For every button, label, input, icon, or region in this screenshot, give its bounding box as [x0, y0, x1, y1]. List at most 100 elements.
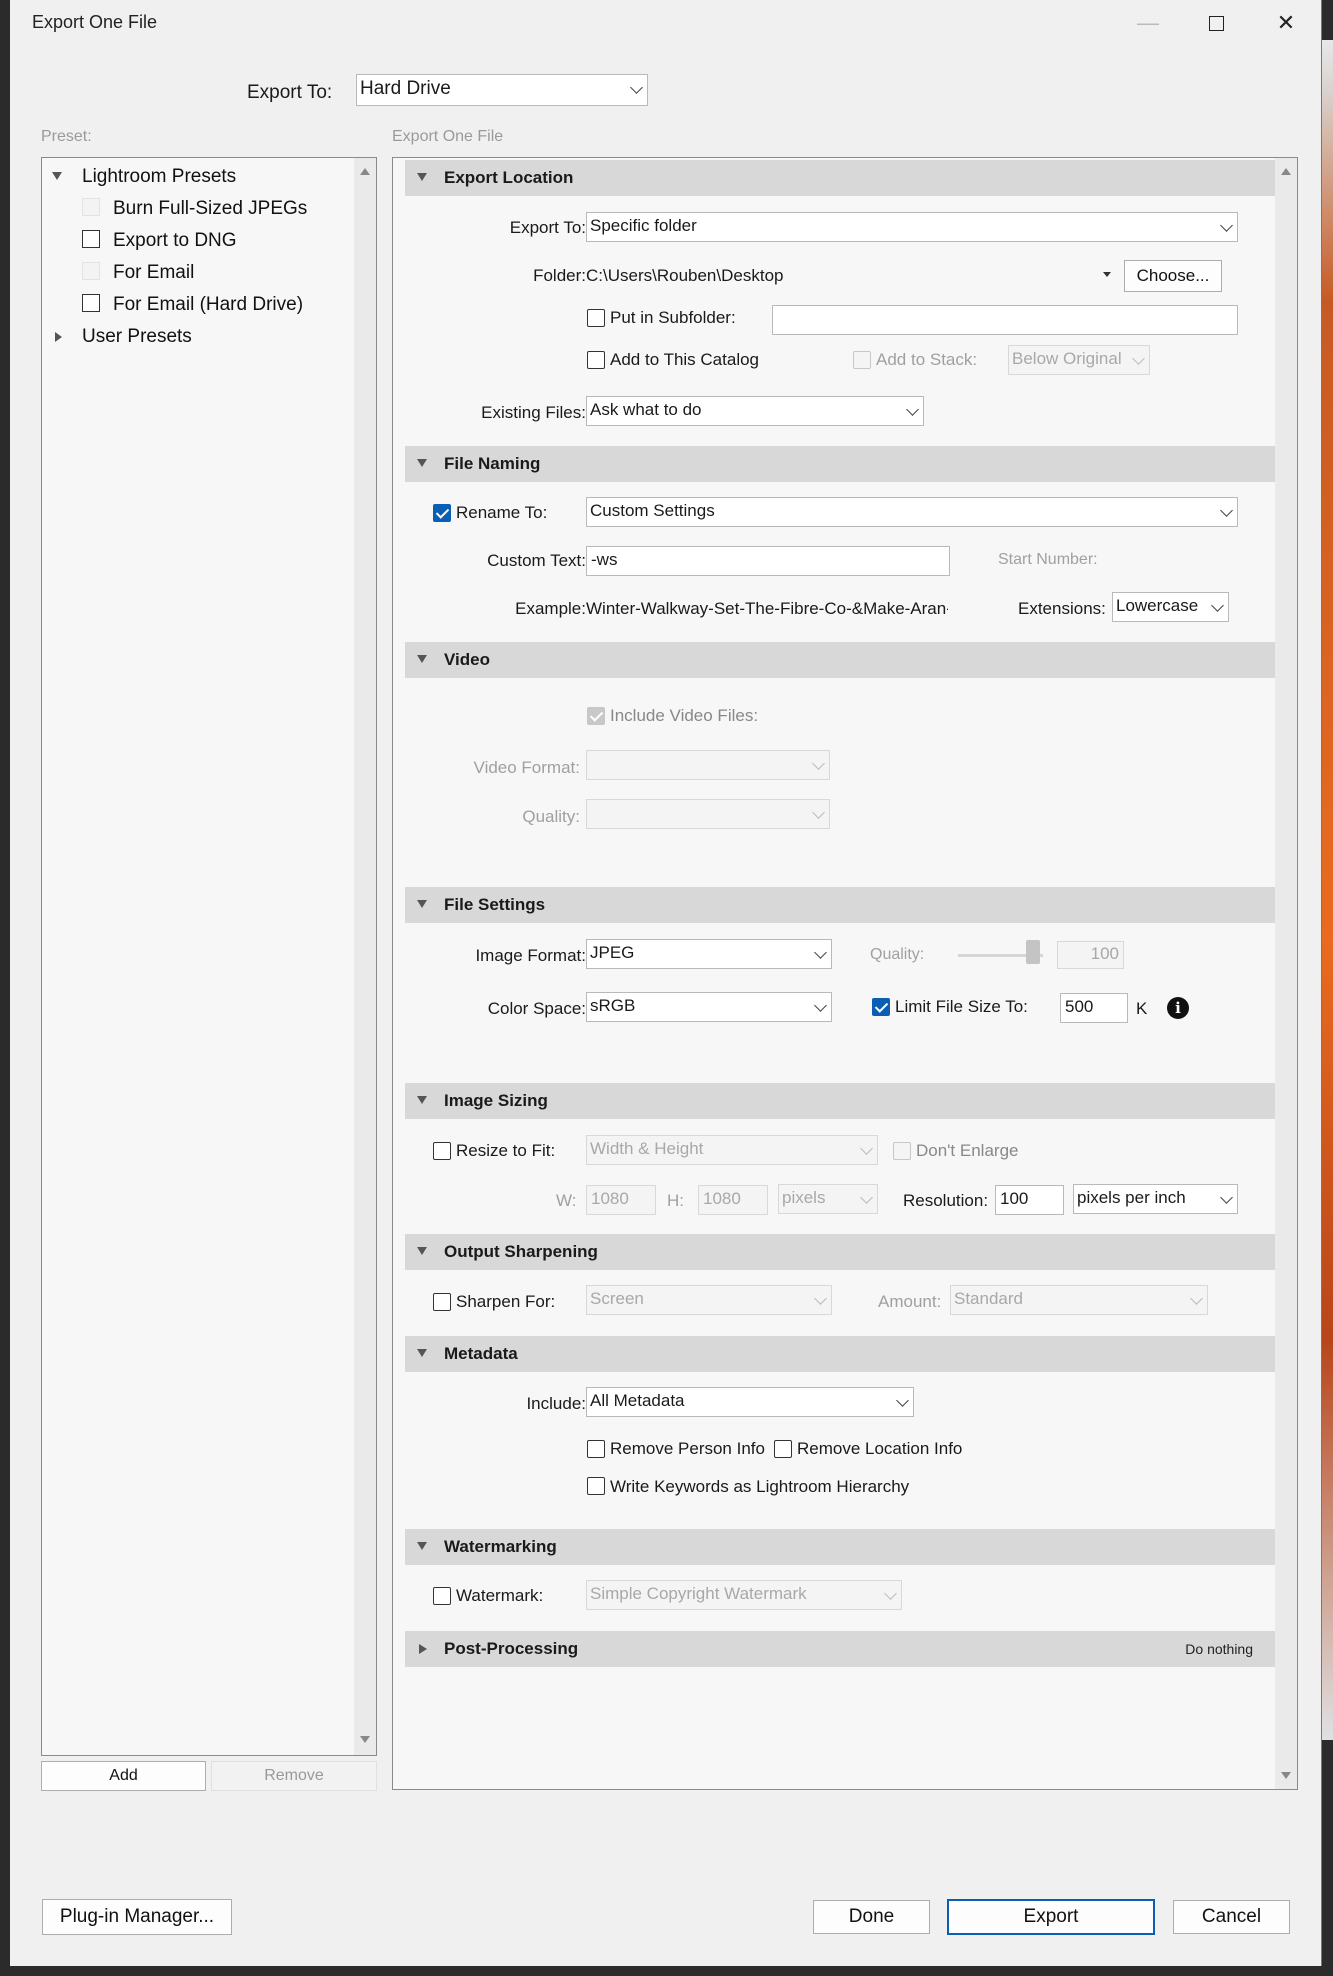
subfolder-checkbox[interactable]: [587, 309, 605, 327]
close-icon: ✕: [1276, 10, 1296, 35]
rename-value: Custom Settings: [590, 501, 715, 520]
preset-item[interactable]: Export to DNG: [113, 230, 237, 252]
scroll-up-icon[interactable]: [1281, 168, 1291, 175]
cancel-button[interactable]: Cancel: [1173, 1900, 1290, 1934]
watermark-select[interactable]: Simple Copyright Watermark: [586, 1580, 902, 1610]
add-catalog-checkbox[interactable]: [587, 351, 605, 369]
section-output-sharpening[interactable]: Output Sharpening: [405, 1234, 1275, 1270]
expand-triangle-icon: [417, 1349, 427, 1357]
add-stack-checkbox[interactable]: [853, 351, 871, 369]
section-file-settings[interactable]: File Settings: [405, 887, 1275, 923]
close-button[interactable]: ✕: [1264, 6, 1308, 40]
info-icon[interactable]: i: [1167, 997, 1189, 1019]
remove-person-checkbox[interactable]: [587, 1440, 605, 1458]
settings-scrollbar[interactable]: [1275, 158, 1297, 1789]
preset-group-lightroom[interactable]: Lightroom Presets: [82, 166, 236, 188]
location-export-to-select[interactable]: Specific folder: [586, 212, 1238, 242]
section-watermarking[interactable]: Watermarking: [405, 1529, 1275, 1565]
plugin-manager-button[interactable]: Plug-in Manager...: [42, 1899, 232, 1935]
section-video[interactable]: Video: [405, 642, 1275, 678]
add-stack-select[interactable]: Below Original: [1008, 345, 1150, 375]
minimize-button[interactable]: —: [1126, 6, 1170, 40]
chevron-down-icon: [814, 946, 827, 959]
color-space-select[interactable]: sRGB: [586, 992, 832, 1022]
add-preset-button[interactable]: Add: [41, 1761, 206, 1791]
folder-recent-dropdown-icon[interactable]: [1103, 272, 1111, 277]
size-unit-select[interactable]: pixels: [778, 1184, 878, 1214]
preset-list[interactable]: Lightroom Presets Burn Full-Sized JPEGs …: [41, 157, 377, 1756]
section-image-sizing[interactable]: Image Sizing: [405, 1083, 1275, 1119]
folder-label: Folder:: [533, 266, 586, 285]
scroll-down-icon[interactable]: [1281, 1772, 1291, 1779]
metadata-include-select[interactable]: All Metadata: [586, 1387, 914, 1417]
scroll-up-icon[interactable]: [360, 168, 370, 175]
dont-enlarge-label: Don't Enlarge: [916, 1141, 1019, 1160]
preset-scrollbar[interactable]: [354, 158, 376, 1755]
custom-text-input[interactable]: -ws: [586, 546, 950, 576]
dont-enlarge-checkbox[interactable]: [893, 1142, 911, 1160]
watermark-value: Simple Copyright Watermark: [590, 1584, 807, 1603]
section-metadata[interactable]: Metadata: [405, 1336, 1275, 1372]
preset-checkbox[interactable]: [82, 198, 100, 216]
preset-checkbox[interactable]: [82, 230, 100, 248]
quality-input[interactable]: 100: [1057, 941, 1124, 969]
quality-slider-thumb[interactable]: [1026, 940, 1040, 964]
rename-checkbox[interactable]: [433, 504, 451, 522]
resolution-unit-select[interactable]: pixels per inch: [1073, 1184, 1238, 1214]
amount-select[interactable]: Standard: [950, 1285, 1208, 1315]
scroll-down-icon[interactable]: [360, 1736, 370, 1743]
preset-item[interactable]: For Email: [113, 262, 194, 284]
sharpen-value: Screen: [590, 1289, 644, 1308]
preset-checkbox[interactable]: [82, 262, 100, 280]
preset-group-user[interactable]: User Presets: [82, 326, 192, 348]
resolution-label: Resolution:: [903, 1191, 989, 1210]
video-format-select[interactable]: [586, 750, 830, 780]
resize-checkbox[interactable]: [433, 1142, 451, 1160]
preset-item[interactable]: Burn Full-Sized JPEGs: [113, 198, 307, 220]
collapse-triangle-icon[interactable]: [55, 332, 62, 342]
chevron-down-icon: [1211, 599, 1224, 612]
video-format-label: Video Format:: [473, 758, 580, 777]
sharpen-select[interactable]: Screen: [586, 1285, 832, 1315]
video-quality-select[interactable]: [586, 799, 830, 829]
chevron-down-icon: [860, 1191, 873, 1204]
section-title: Image Sizing: [444, 1091, 548, 1110]
image-format-label: Image Format:: [475, 946, 586, 965]
section-file-naming[interactable]: File Naming: [405, 446, 1275, 482]
image-format-select[interactable]: JPEG: [586, 939, 832, 969]
window-title: Export One File: [32, 12, 158, 32]
write-keywords-checkbox[interactable]: [587, 1477, 605, 1495]
expand-triangle-icon[interactable]: [52, 172, 62, 180]
amount-label: Amount:: [878, 1292, 942, 1311]
remove-location-checkbox[interactable]: [774, 1440, 792, 1458]
limit-size-checkbox[interactable]: [872, 998, 890, 1016]
export-button[interactable]: Export: [947, 1899, 1155, 1935]
color-space-label: Color Space:: [487, 999, 586, 1018]
chevron-down-icon: [630, 81, 643, 94]
preset-item[interactable]: For Email (Hard Drive): [113, 294, 303, 316]
width-input[interactable]: 1080: [586, 1185, 656, 1215]
rename-select[interactable]: Custom Settings: [586, 497, 1238, 527]
section-post-processing[interactable]: Post-Processing Do nothing: [405, 1631, 1275, 1667]
height-input[interactable]: 1080: [698, 1185, 768, 1215]
choose-folder-button[interactable]: Choose...: [1124, 260, 1222, 292]
location-export-to-label: Export To:: [509, 218, 586, 237]
example-label: Example:: [515, 599, 586, 618]
done-button[interactable]: Done: [813, 1900, 930, 1934]
resize-select[interactable]: Width & Height: [586, 1135, 878, 1165]
include-video-checkbox[interactable]: [587, 707, 605, 725]
limit-size-input[interactable]: 500: [1060, 993, 1128, 1023]
section-export-location[interactable]: Export Location: [405, 160, 1275, 196]
watermark-checkbox[interactable]: [433, 1587, 451, 1605]
resolution-unit-value: pixels per inch: [1077, 1188, 1186, 1207]
export-to-select[interactable]: Hard Drive: [356, 74, 648, 106]
expand-triangle-icon: [417, 1096, 427, 1104]
remove-preset-button[interactable]: Remove: [211, 1761, 377, 1791]
subfolder-input[interactable]: [772, 305, 1238, 335]
existing-files-select[interactable]: Ask what to do: [586, 396, 924, 426]
preset-checkbox[interactable]: [82, 294, 100, 312]
extensions-select[interactable]: Lowercase: [1112, 592, 1229, 622]
maximize-button[interactable]: [1194, 6, 1238, 40]
sharpen-checkbox[interactable]: [433, 1293, 451, 1311]
resolution-input[interactable]: 100: [995, 1185, 1064, 1215]
